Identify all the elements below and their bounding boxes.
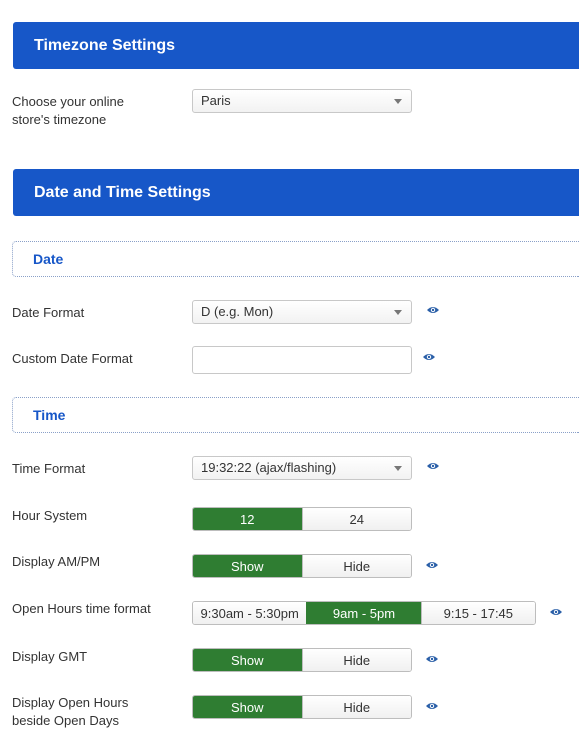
date-format-label: Date Format: [12, 305, 85, 320]
timezone-select[interactable]: Paris: [192, 89, 412, 113]
eye-icon[interactable]: [422, 352, 436, 362]
ampm-hide-option[interactable]: Hide: [301, 555, 411, 577]
date-format-select[interactable]: D (e.g. Mon): [192, 300, 412, 324]
gmt-show-option[interactable]: Show: [193, 649, 302, 671]
gmt-hide-option[interactable]: Hide: [301, 649, 411, 671]
timezone-select-value: Paris: [201, 93, 231, 108]
time-format-select[interactable]: 19:32:22 (ajax/flashing): [192, 456, 412, 480]
date-format-select-value: D (e.g. Mon): [201, 304, 274, 319]
display-ampm-toggle[interactable]: Show Hide: [192, 554, 412, 578]
chevron-down-icon: [394, 99, 402, 104]
custom-date-format-label: Custom Date Format: [12, 351, 133, 366]
eye-icon[interactable]: [426, 461, 440, 471]
chevron-down-icon: [394, 310, 402, 315]
time-format-select-value: 19:32:22 (ajax/flashing): [201, 460, 337, 475]
date-time-settings-header: Date and Time Settings: [13, 169, 579, 216]
open-hours-format-toggle[interactable]: 9:30am - 5:30pm 9am - 5pm 9:15 - 17:45: [192, 601, 536, 625]
open-hours-format-label: Open Hours time format: [12, 601, 151, 616]
time-format-label: Time Format: [12, 461, 86, 476]
timezone-settings-header: Timezone Settings: [13, 22, 579, 69]
open-hours-option-1[interactable]: 9:30am - 5:30pm: [193, 602, 307, 624]
hour-system-option-24[interactable]: 24: [301, 508, 411, 530]
timezone-label: Choose your online store's timezone: [12, 94, 125, 127]
open-beside-hide-option[interactable]: Hide: [301, 696, 411, 718]
open-beside-show-option[interactable]: Show: [193, 696, 302, 718]
eye-icon[interactable]: [425, 701, 439, 711]
time-subheader: Time: [12, 397, 579, 433]
eye-icon[interactable]: [425, 654, 439, 664]
display-open-hours-beside-toggle[interactable]: Show Hide: [192, 695, 412, 719]
eye-icon[interactable]: [426, 305, 440, 315]
ampm-show-option[interactable]: Show: [193, 555, 302, 577]
display-gmt-toggle[interactable]: Show Hide: [192, 648, 412, 672]
open-hours-option-2[interactable]: 9am - 5pm: [306, 602, 421, 624]
display-gmt-label: Display GMT: [12, 649, 88, 664]
date-subheader: Date: [12, 241, 579, 277]
custom-date-format-input[interactable]: [192, 346, 412, 374]
display-open-hours-beside-label: Display Open Hours beside Open Days: [12, 695, 129, 728]
chevron-down-icon: [394, 466, 402, 471]
display-ampm-label: Display AM/PM: [12, 554, 101, 569]
hour-system-toggle[interactable]: 12 24: [192, 507, 412, 531]
eye-icon[interactable]: [425, 560, 439, 570]
hour-system-label: Hour System: [12, 508, 88, 523]
open-hours-option-3[interactable]: 9:15 - 17:45: [420, 602, 535, 624]
eye-icon[interactable]: [549, 607, 563, 617]
hour-system-option-12[interactable]: 12: [193, 508, 302, 530]
